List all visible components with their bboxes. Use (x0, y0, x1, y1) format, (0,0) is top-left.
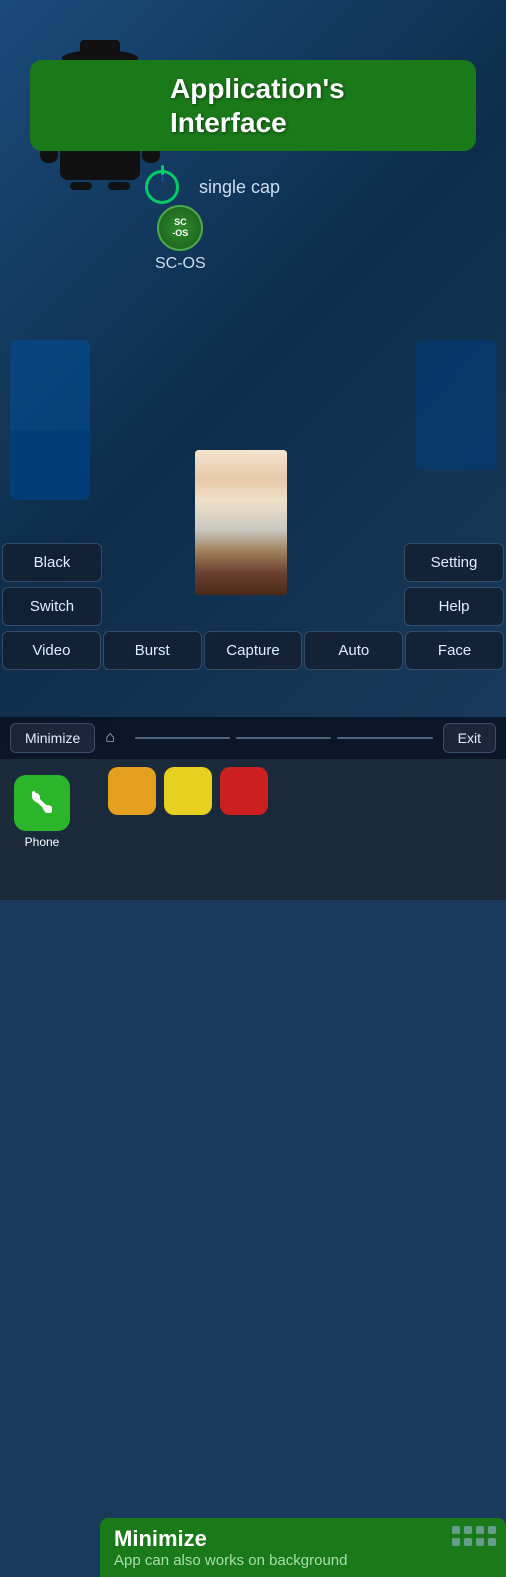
btn-row-3: Video Burst Capture Auto Face (0, 631, 506, 670)
power-button[interactable] (145, 170, 179, 204)
header-banner: Application's Interface (30, 60, 476, 151)
phone-svg (26, 787, 58, 819)
sc-os-icon-text2: -OS (172, 228, 188, 239)
face-button[interactable]: Face (405, 631, 504, 670)
grid-dot (464, 1526, 472, 1534)
help-button[interactable]: Help (404, 587, 504, 626)
grid-dot (488, 1526, 496, 1534)
dot-line-3 (337, 737, 432, 739)
capture-button[interactable]: Capture (204, 631, 303, 670)
phone-label: Phone (25, 835, 60, 849)
tooltip-banner: Minimize App can also works on backgroun… (100, 1518, 506, 1577)
setting-button[interactable]: Setting (404, 543, 504, 582)
grid-dot (452, 1538, 460, 1546)
video-button[interactable]: Video (2, 631, 101, 670)
other-apps (100, 767, 276, 815)
side-panel-right (416, 340, 496, 470)
phone-app[interactable]: Phone (0, 767, 84, 857)
exit-button[interactable]: Exit (443, 723, 496, 753)
tooltip-title: Minimize (114, 1526, 492, 1552)
app-area: SC OS3 Application's Interface single ca… (0, 0, 506, 740)
phone-icon[interactable] (14, 775, 70, 831)
switch-button[interactable]: Switch (2, 587, 102, 626)
sc-os-icon-text1: SC (174, 217, 187, 228)
dot-line-2 (236, 737, 331, 739)
grid-dot (476, 1538, 484, 1546)
dot-line-1 (135, 737, 230, 739)
side-panel-left-inner (10, 430, 90, 500)
burst-button[interactable]: Burst (103, 631, 202, 670)
sc-os-label: SC-OS (155, 255, 206, 273)
grid-dots (452, 1526, 496, 1546)
power-row: single cap (145, 170, 280, 204)
minimize-button[interactable]: Minimize (10, 723, 95, 753)
btn-row-1: Black Setting (0, 543, 506, 582)
home-icon[interactable]: ⌂ (105, 729, 115, 747)
sc-os-icon[interactable]: SC -OS (157, 205, 203, 251)
grid-dot (464, 1538, 472, 1546)
app-icon-1[interactable] (108, 767, 156, 815)
grid-dot (476, 1526, 484, 1534)
sc-os-section: SC -OS SC-OS (155, 205, 206, 273)
auto-button[interactable]: Auto (304, 631, 403, 670)
tooltip-subtitle: App can also works on background (114, 1552, 492, 1569)
header-title: Application's Interface (170, 72, 345, 139)
btn-row-2: Switch Help (0, 587, 506, 626)
grid-dot (488, 1538, 496, 1546)
single-cap-label: single cap (199, 177, 280, 198)
bottom-bar: Minimize ⌂ Exit (0, 717, 506, 759)
black-button[interactable]: Black (2, 543, 102, 582)
taskbar: Phone Minimize App can also works on bac… (0, 759, 506, 900)
app-icon-2[interactable] (164, 767, 212, 815)
app-icon-3[interactable] (220, 767, 268, 815)
grid-dot (452, 1526, 460, 1534)
side-panel-left (10, 340, 90, 500)
dots-bar (125, 737, 443, 739)
